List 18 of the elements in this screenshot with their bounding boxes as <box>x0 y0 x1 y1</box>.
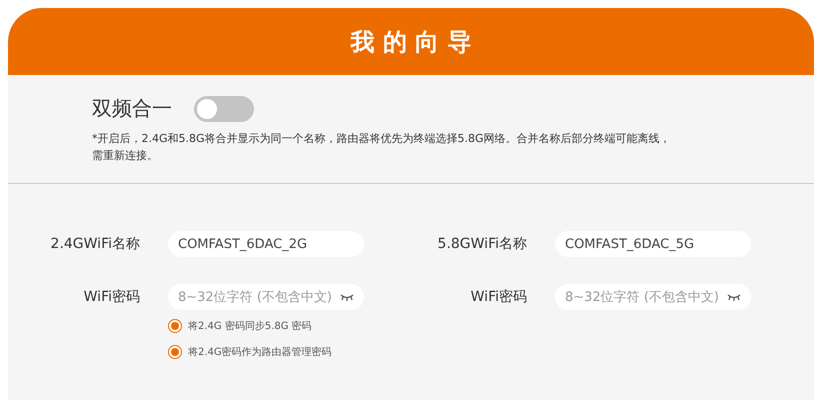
password-field[interactable]: 8~32位字符 (不包含中文) <box>168 284 364 310</box>
radio-button[interactable] <box>168 345 182 359</box>
password-field[interactable]: 8~32位字符 (不包含中文) <box>555 284 751 310</box>
note-text: *开启后，2.4G和5.8G将合并显示为同一个名称，路由器将优先为终端选择5.8G网络。合并名称后部分终端可能离线，需重新连接。 <box>92 131 672 164</box>
option-label: 将2.4G 密码同步5.8G 密码 <box>188 320 312 333</box>
field-label: WiFi密码 <box>470 288 527 306</box>
option-label: 将2.4G密码作为路由器管理密码 <box>188 346 332 359</box>
radio-button[interactable] <box>168 319 182 333</box>
input-field[interactable]: COMFAST_6DAC_5G <box>555 231 751 257</box>
toggle-label: 双频合一 <box>92 95 172 122</box>
field-label: WiFi密码 <box>82 288 140 306</box>
field-label: 5.8GWiFi名称 <box>436 235 527 253</box>
eye-closed-icon[interactable] <box>727 293 741 301</box>
field-label: 2.4GWiFi名称 <box>50 235 140 253</box>
eye-closed-icon[interactable] <box>340 293 354 301</box>
input-field[interactable]: COMFAST_6DAC_2G <box>168 231 364 257</box>
toggle-switch[interactable] <box>194 96 254 122</box>
page-title: 我 的 向 导 <box>350 26 472 58</box>
